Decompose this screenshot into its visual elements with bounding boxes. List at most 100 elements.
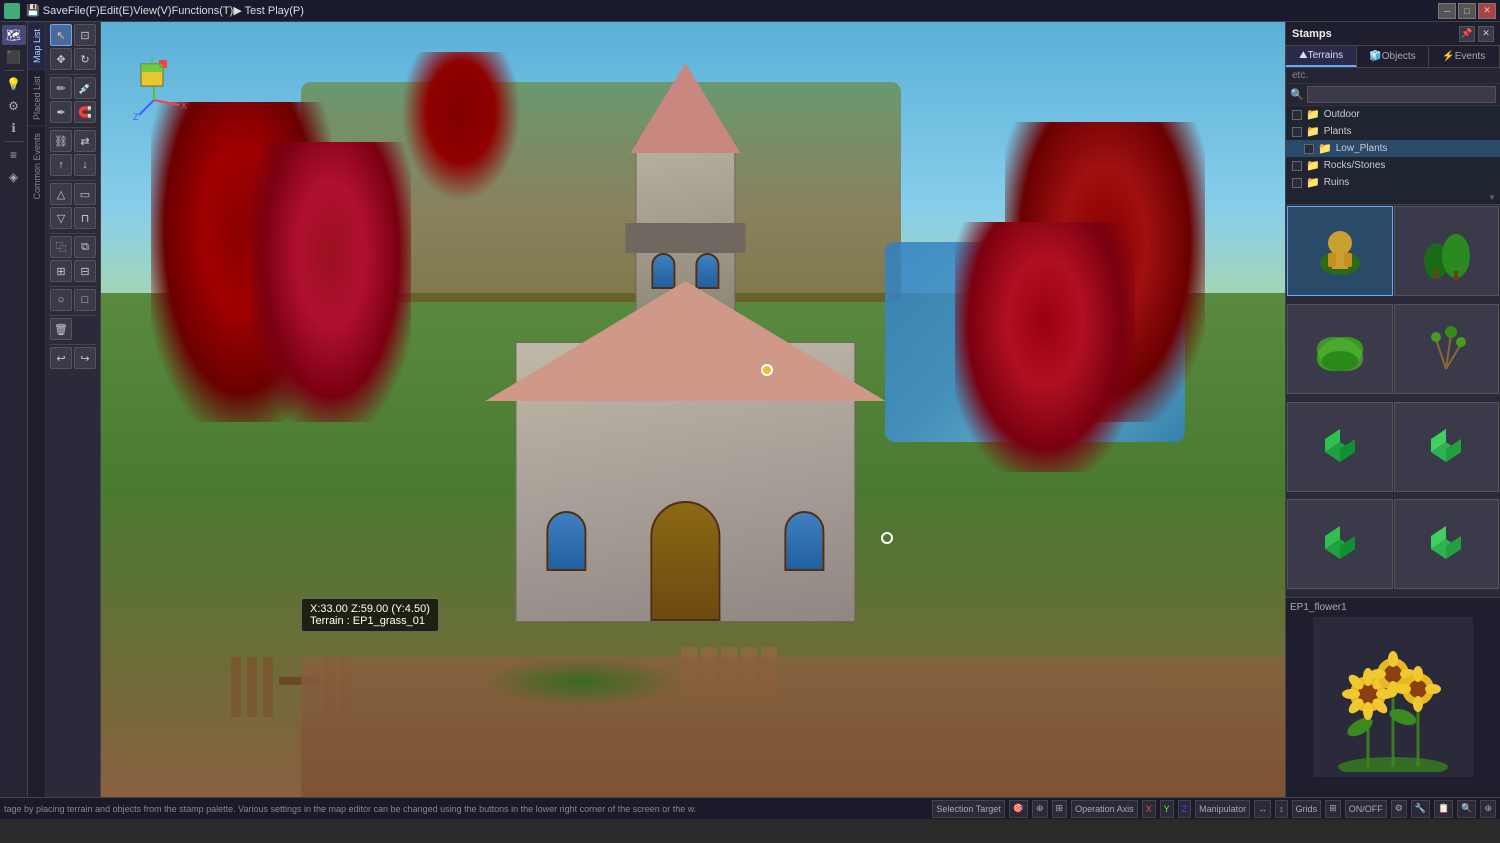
coord-x: X:33.00 (310, 603, 348, 615)
tool-scale-up[interactable]: ↑ (50, 154, 72, 176)
viewport[interactable]: ✕ ネ ネイティブ2_道中2 (101, 22, 1285, 797)
operation-axis-button[interactable]: Operation Axis (1071, 800, 1138, 818)
plants-checkbox[interactable] (1292, 127, 1302, 137)
stamp-item-2[interactable] (1394, 206, 1500, 296)
axis-z-button[interactable]: Z (1178, 800, 1192, 818)
tool-sep-4 (49, 233, 97, 234)
sidebar-object-icon[interactable]: ⬛ (2, 47, 26, 67)
sidebar-light-icon[interactable]: 💡 (2, 74, 26, 94)
tool-terrain-lower[interactable]: ▽ (50, 207, 72, 229)
menu-file[interactable]: File(F) (68, 5, 100, 17)
stamp-svg-5 (1310, 417, 1370, 477)
save-icon: 💾 (26, 5, 40, 17)
settings-btn-1[interactable]: ⚙ (1391, 800, 1407, 818)
stamp-item-3[interactable] (1287, 304, 1393, 394)
tool-terrain-raise[interactable]: △ (50, 183, 72, 205)
stamp-svg-6 (1416, 417, 1476, 477)
tool-paste[interactable]: ⧉ (74, 236, 96, 258)
filter-input[interactable] (1307, 86, 1496, 103)
tool-picker[interactable]: 💉 (74, 77, 96, 99)
minimize-button[interactable]: ─ (1438, 3, 1456, 19)
selection-target-button[interactable]: Selection Target (932, 800, 1004, 818)
tool-select-box[interactable]: ⊡ (74, 24, 96, 46)
tool-scale-down[interactable]: ↓ (74, 154, 96, 176)
stamp-item-1[interactable] (1287, 206, 1393, 296)
on-off-button[interactable]: ON/OFF (1345, 800, 1387, 818)
tree-item-low-plants[interactable]: 📁 Low_Plants (1286, 140, 1500, 157)
icon-btn-3[interactable]: ⊞ (1052, 800, 1068, 818)
sidebar-layers-icon[interactable]: ≡ (2, 145, 26, 165)
stamps-close-button[interactable]: ✕ (1478, 26, 1494, 42)
stamps-pin-button[interactable]: 📌 (1459, 26, 1475, 42)
outdoor-checkbox[interactable] (1292, 110, 1302, 120)
selected-stamp-name: EP1_flower1 (1290, 602, 1347, 613)
tool-move2[interactable]: ⇄ (74, 130, 96, 152)
tool-move[interactable]: ✥ (50, 48, 72, 70)
settings-btn-4[interactable]: 🔍 (1457, 800, 1476, 818)
tool-terrain-flat[interactable]: ▭ (74, 183, 96, 205)
tool-paint[interactable]: ✏ (50, 77, 72, 99)
settings-btn-3[interactable]: 📋 (1434, 800, 1453, 818)
tool-undo[interactable]: ↩ (50, 347, 72, 369)
axis-x-button[interactable]: X (1142, 800, 1156, 818)
sidebar-common-events-icon[interactable]: ◈ (2, 167, 26, 187)
tab-terrains[interactable]: ⛰ Terrains (1286, 46, 1357, 67)
tool-circle[interactable]: ○ (50, 289, 72, 311)
menu-functions[interactable]: Functions(T) (172, 5, 234, 17)
menu-edit[interactable]: Edit(E) (100, 5, 134, 17)
manipulator-button[interactable]: Manipulator (1195, 800, 1250, 818)
grids-button[interactable]: Grids (1292, 800, 1322, 818)
menu-view[interactable]: View(V) (133, 5, 171, 17)
axis-y-button[interactable]: Y (1160, 800, 1174, 818)
rocks-checkbox[interactable] (1292, 161, 1302, 171)
tool-rotate[interactable]: ↻ (74, 48, 96, 70)
tool-select-arrow[interactable]: ↖ (50, 24, 72, 46)
tree-item-outdoor[interactable]: 📁 Outdoor (1286, 106, 1500, 123)
manip-icon-2[interactable]: ↕ (1275, 800, 1288, 818)
stamp-item-8[interactable] (1394, 499, 1500, 589)
close-button[interactable]: ✕ (1478, 3, 1496, 19)
sidebar-map-icon[interactable]: 🗺 (2, 25, 26, 45)
tool-magnet[interactable]: 🧲 (74, 101, 96, 123)
status-bar: tage by placing terrain and objects from… (0, 797, 1500, 819)
tree-item-plants[interactable]: 📁 Plants (1286, 123, 1500, 140)
tool-pencil[interactable]: ✒ (50, 101, 72, 123)
tool-row-4: ✒ 🧲 (50, 101, 96, 123)
tool-terrain-smooth[interactable]: ⊓ (74, 207, 96, 229)
tool-delete[interactable]: 🗑 (50, 318, 72, 340)
tab-objects[interactable]: 🧊 Objects (1357, 46, 1428, 67)
maximize-button[interactable]: □ (1458, 3, 1476, 19)
stamp-item-6[interactable] (1394, 402, 1500, 492)
tool-redo[interactable]: ↪ (74, 347, 96, 369)
tab-map-list[interactable]: Map List (28, 22, 45, 69)
tab-common-events[interactable]: Common Events (28, 126, 45, 206)
stamp-item-4[interactable] (1394, 304, 1500, 394)
manip-icon-1[interactable]: ↔ (1254, 800, 1271, 818)
tool-link[interactable]: ⛓ (50, 130, 72, 152)
tool-ungroup[interactable]: ⊟ (74, 260, 96, 282)
viewport-canvas[interactable]: Z X Y (101, 22, 1285, 797)
tree-item-rocks[interactable]: 📁 Rocks/Stones (1286, 157, 1500, 174)
stamp-item-7[interactable] (1287, 499, 1393, 589)
tree-item-ruins[interactable]: 📁 Ruins (1286, 174, 1500, 191)
settings-btn-5[interactable]: ⊕ (1480, 800, 1496, 818)
tab-events[interactable]: ⚡ Events (1429, 46, 1500, 67)
tool-square[interactable]: □ (74, 289, 96, 311)
icon-btn-1[interactable]: 🎯 (1009, 800, 1028, 818)
tab-placed-list[interactable]: Placed List (28, 69, 45, 126)
sidebar-settings-icon[interactable]: ⚙ (2, 96, 26, 116)
save-button[interactable]: 💾 Save (26, 4, 68, 17)
grid-icon-1[interactable]: ⊞ (1325, 800, 1341, 818)
stamps-filter: 🔍 (1286, 84, 1500, 106)
ruins-checkbox[interactable] (1292, 178, 1302, 188)
sidebar-info-icon[interactable]: ℹ (2, 118, 26, 138)
stamp-item-5[interactable] (1287, 402, 1393, 492)
stamps-tabs: ⛰ Terrains 🧊 Objects ⚡ Events (1286, 46, 1500, 68)
test-play-button[interactable]: ▶ Test Play(P) (233, 4, 304, 17)
icon-btn-2[interactable]: ⊕ (1032, 800, 1048, 818)
tool-group[interactable]: ⊞ (50, 260, 72, 282)
tool-copy[interactable]: ⿻ (50, 236, 72, 258)
settings-btn-2[interactable]: 🔧 (1411, 800, 1430, 818)
outdoor-folder-icon: 📁 (1306, 108, 1320, 121)
low-plants-checkbox[interactable] (1304, 144, 1314, 154)
